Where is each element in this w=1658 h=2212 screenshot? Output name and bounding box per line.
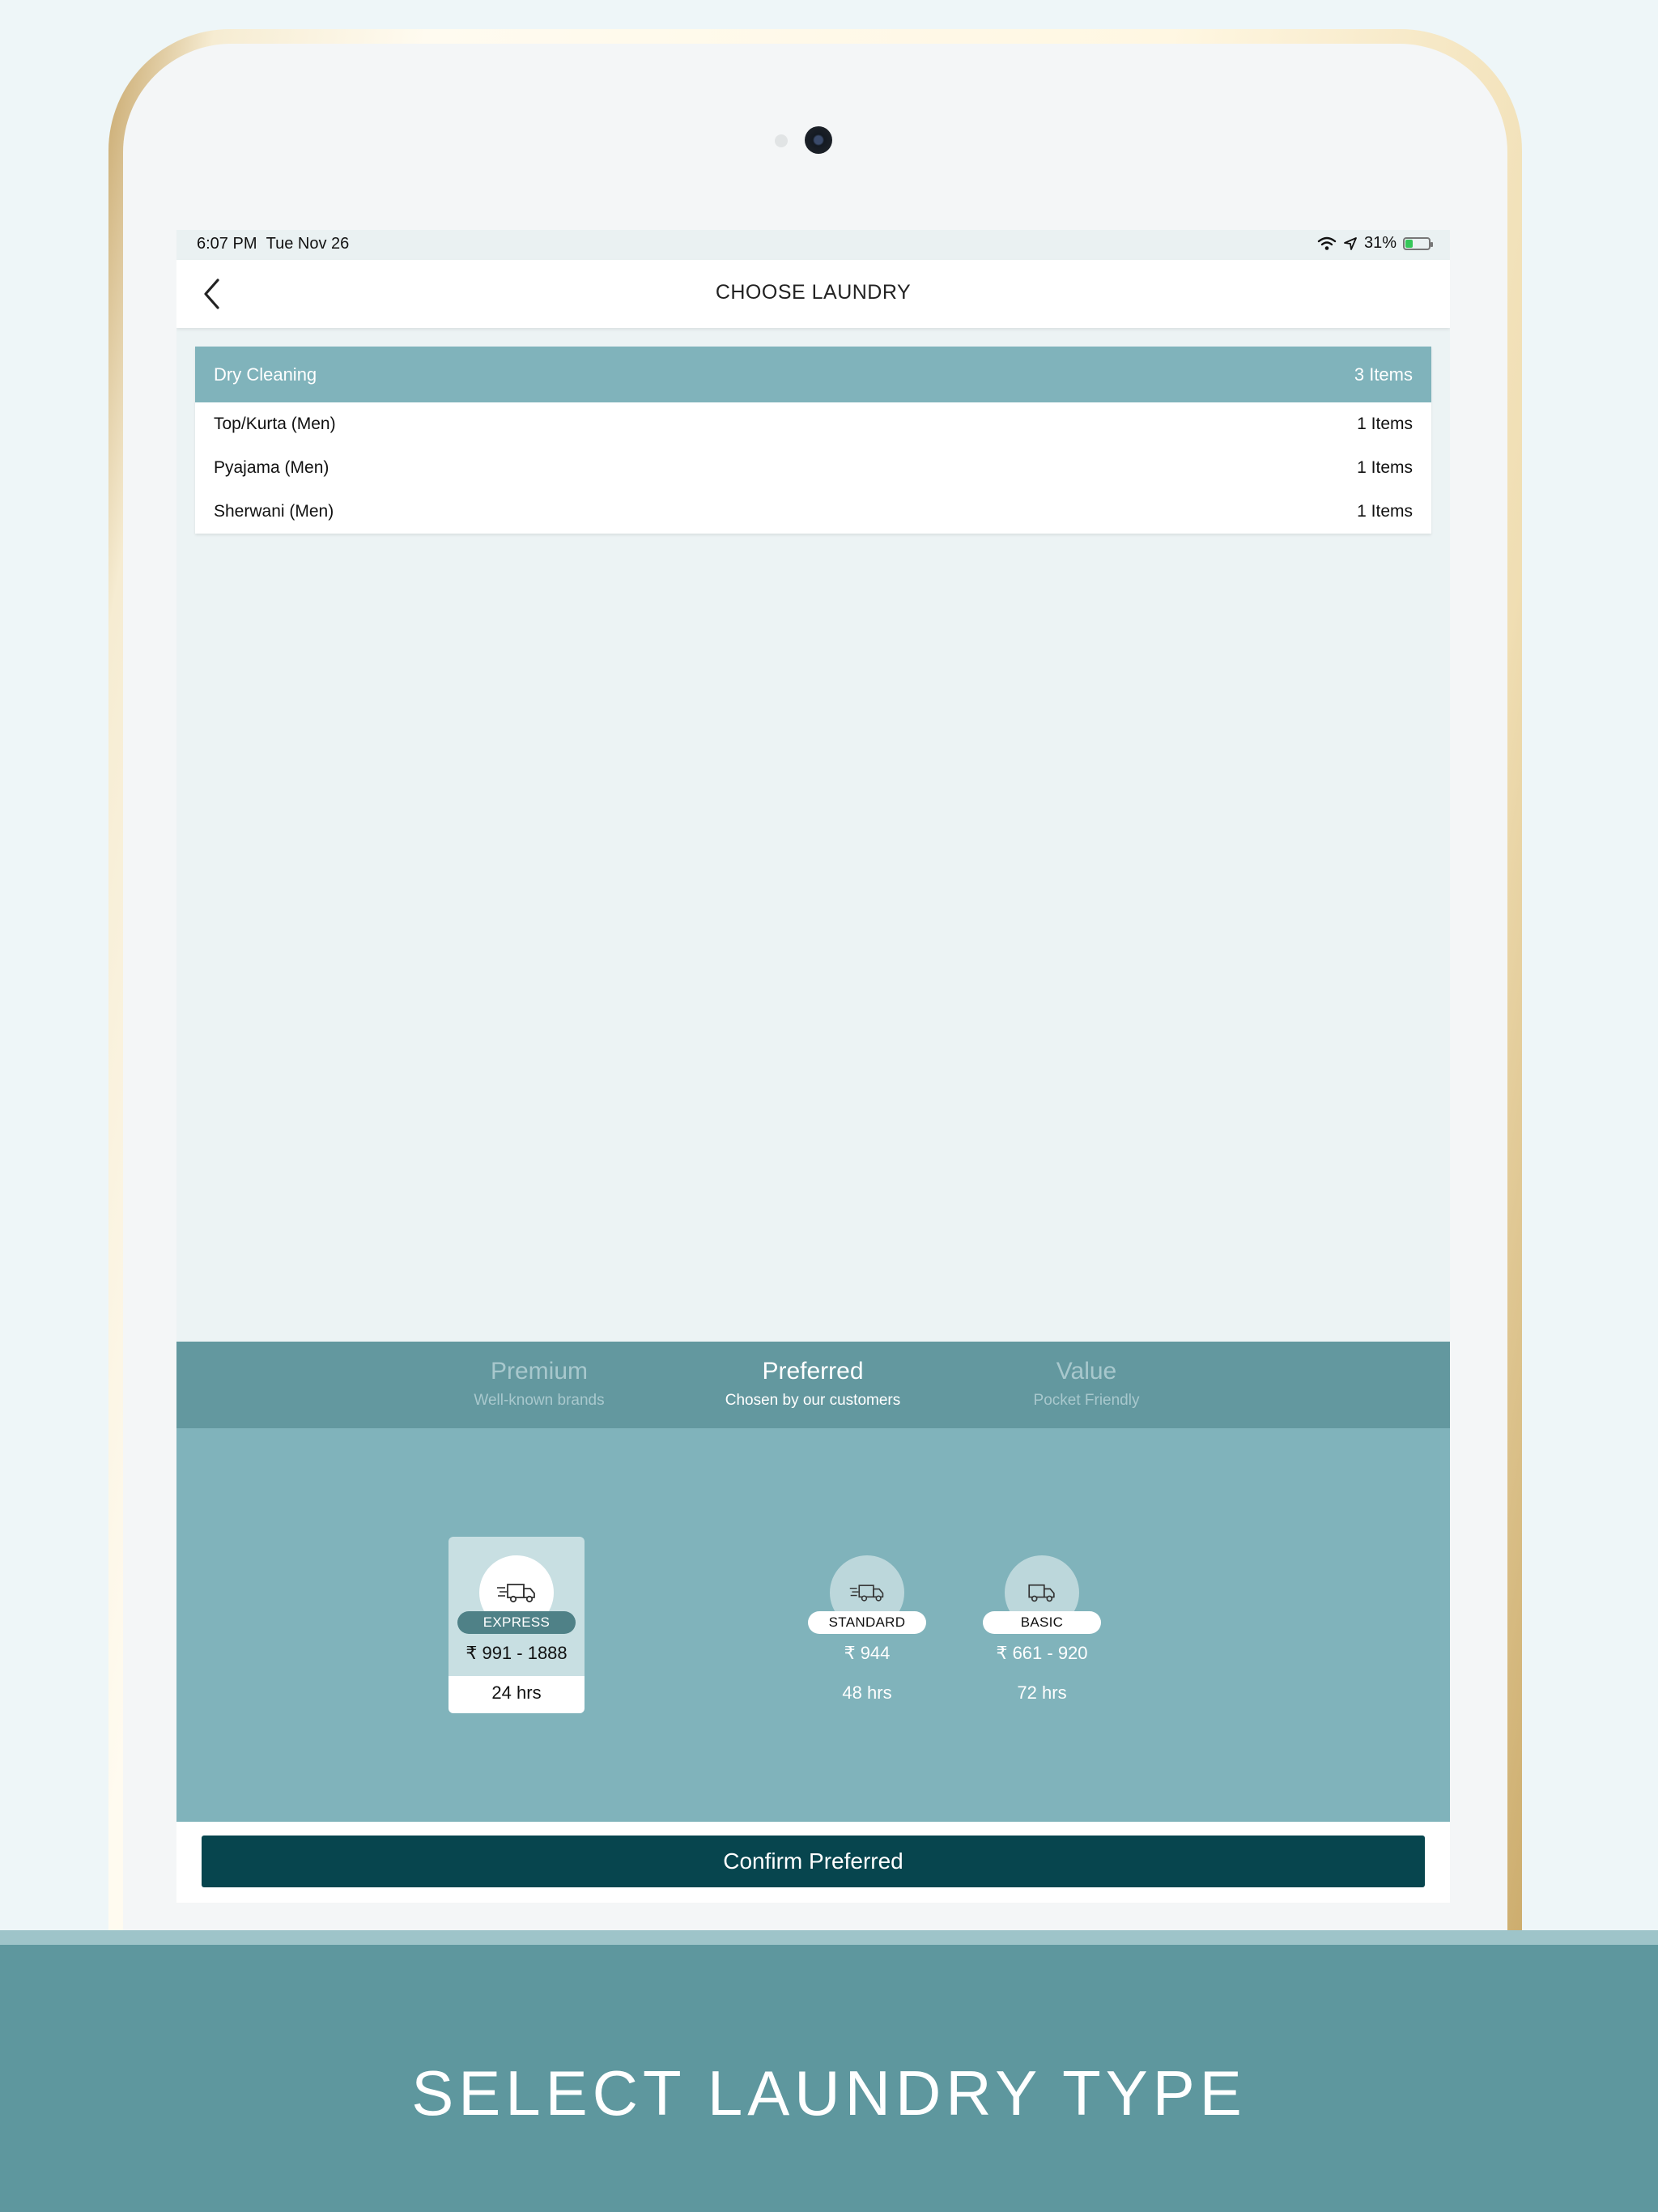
item-name: Top/Kurta (Men) (214, 415, 336, 433)
option-price: ₹ 944 (844, 1643, 891, 1663)
item-count: 1 Items (1357, 502, 1413, 521)
status-date: Tue Nov 26 (266, 235, 350, 253)
option-time: 24 hrs (491, 1682, 542, 1703)
option-price: ₹ 661 - 920 (996, 1643, 1088, 1663)
tab-value[interactable]: Value Pocket Friendly (965, 1358, 1208, 1410)
page-title: CHOOSE LAUNDRY (715, 281, 912, 304)
category-count: 3 Items (1354, 364, 1413, 385)
option-price: ₹ 991 - 1888 (466, 1643, 568, 1663)
caption-text: SELECT LAUNDRY TYPE (411, 2057, 1247, 2129)
option-time: 48 hrs (842, 1682, 892, 1703)
tier-subtitle: Pocket Friendly (1033, 1392, 1140, 1409)
status-indicators: 31% (1317, 234, 1433, 253)
battery-icon (1403, 236, 1433, 250)
page: 6:07 PM Tue Nov 26 31% CHOOSE LAUNDRY Dr… (0, 0, 1658, 2212)
list-item: Pyajama (Men) 1 Items (195, 446, 1431, 490)
laundry-items-card: Dry Cleaning 3 Items Top/Kurta (Men) 1 I… (195, 347, 1431, 534)
nav-bar: CHOOSE LAUNDRY (176, 260, 1450, 328)
camera-icon (805, 126, 832, 154)
tier-name: Preferred (762, 1358, 864, 1385)
option-label-badge: EXPRESS (457, 1611, 576, 1634)
item-count: 1 Items (1357, 415, 1413, 433)
status-clock: 6:07 PM (197, 235, 257, 253)
tab-premium[interactable]: Premium Well-known brands (418, 1358, 661, 1410)
option-label-badge: BASIC (983, 1611, 1101, 1634)
sensor-dot (775, 134, 788, 147)
category-name: Dry Cleaning (214, 364, 317, 385)
confirm-button[interactable]: Confirm Preferred (202, 1836, 1425, 1887)
status-time: 6:07 PM Tue Nov 26 (197, 235, 349, 253)
list-item: Top/Kurta (Men) 1 Items (195, 402, 1431, 446)
battery-percent: 31% (1363, 234, 1397, 252)
item-count: 1 Items (1357, 458, 1413, 477)
location-arrow-icon (1344, 236, 1357, 250)
tier-name: Value (1056, 1358, 1117, 1385)
tier-tabs: Premium Well-known brands Preferred Chos… (176, 1342, 1450, 1428)
fast-truck-icon (497, 1584, 535, 1603)
item-name: Sherwani (Men) (214, 502, 334, 521)
tier-name: Premium (490, 1358, 588, 1385)
category-header[interactable]: Dry Cleaning 3 Items (195, 347, 1431, 402)
truck-icon (1028, 1584, 1055, 1602)
option-standard[interactable]: STANDARD ₹ 944 48 hrs (799, 1537, 935, 1713)
delivery-options-panel: EXPRESS ₹ 991 - 1888 24 hrs STANDARD ₹ 9… (176, 1428, 1450, 1822)
tab-preferred[interactable]: Preferred Chosen by our customers (691, 1358, 934, 1410)
item-name: Pyajama (Men) (214, 458, 329, 477)
tier-subtitle: Well-known brands (474, 1392, 605, 1409)
option-express[interactable]: EXPRESS ₹ 991 - 1888 24 hrs (449, 1537, 585, 1713)
caption-band: SELECT LAUNDRY TYPE (0, 1930, 1658, 2212)
option-time: 72 hrs (1017, 1682, 1067, 1703)
option-label-badge: STANDARD (808, 1611, 926, 1634)
option-basic[interactable]: BASIC ₹ 661 - 920 72 hrs (974, 1537, 1110, 1713)
status-bar: 6:07 PM Tue Nov 26 31% (176, 230, 1450, 260)
list-item: Sherwani (Men) 1 Items (195, 490, 1431, 534)
tier-subtitle: Chosen by our customers (725, 1392, 901, 1409)
app-screen: 6:07 PM Tue Nov 26 31% CHOOSE LAUNDRY Dr… (176, 230, 1450, 1903)
fast-truck-icon (849, 1585, 884, 1602)
bottom-bar: Confirm Preferred (176, 1822, 1450, 1903)
wifi-icon (1317, 236, 1337, 250)
